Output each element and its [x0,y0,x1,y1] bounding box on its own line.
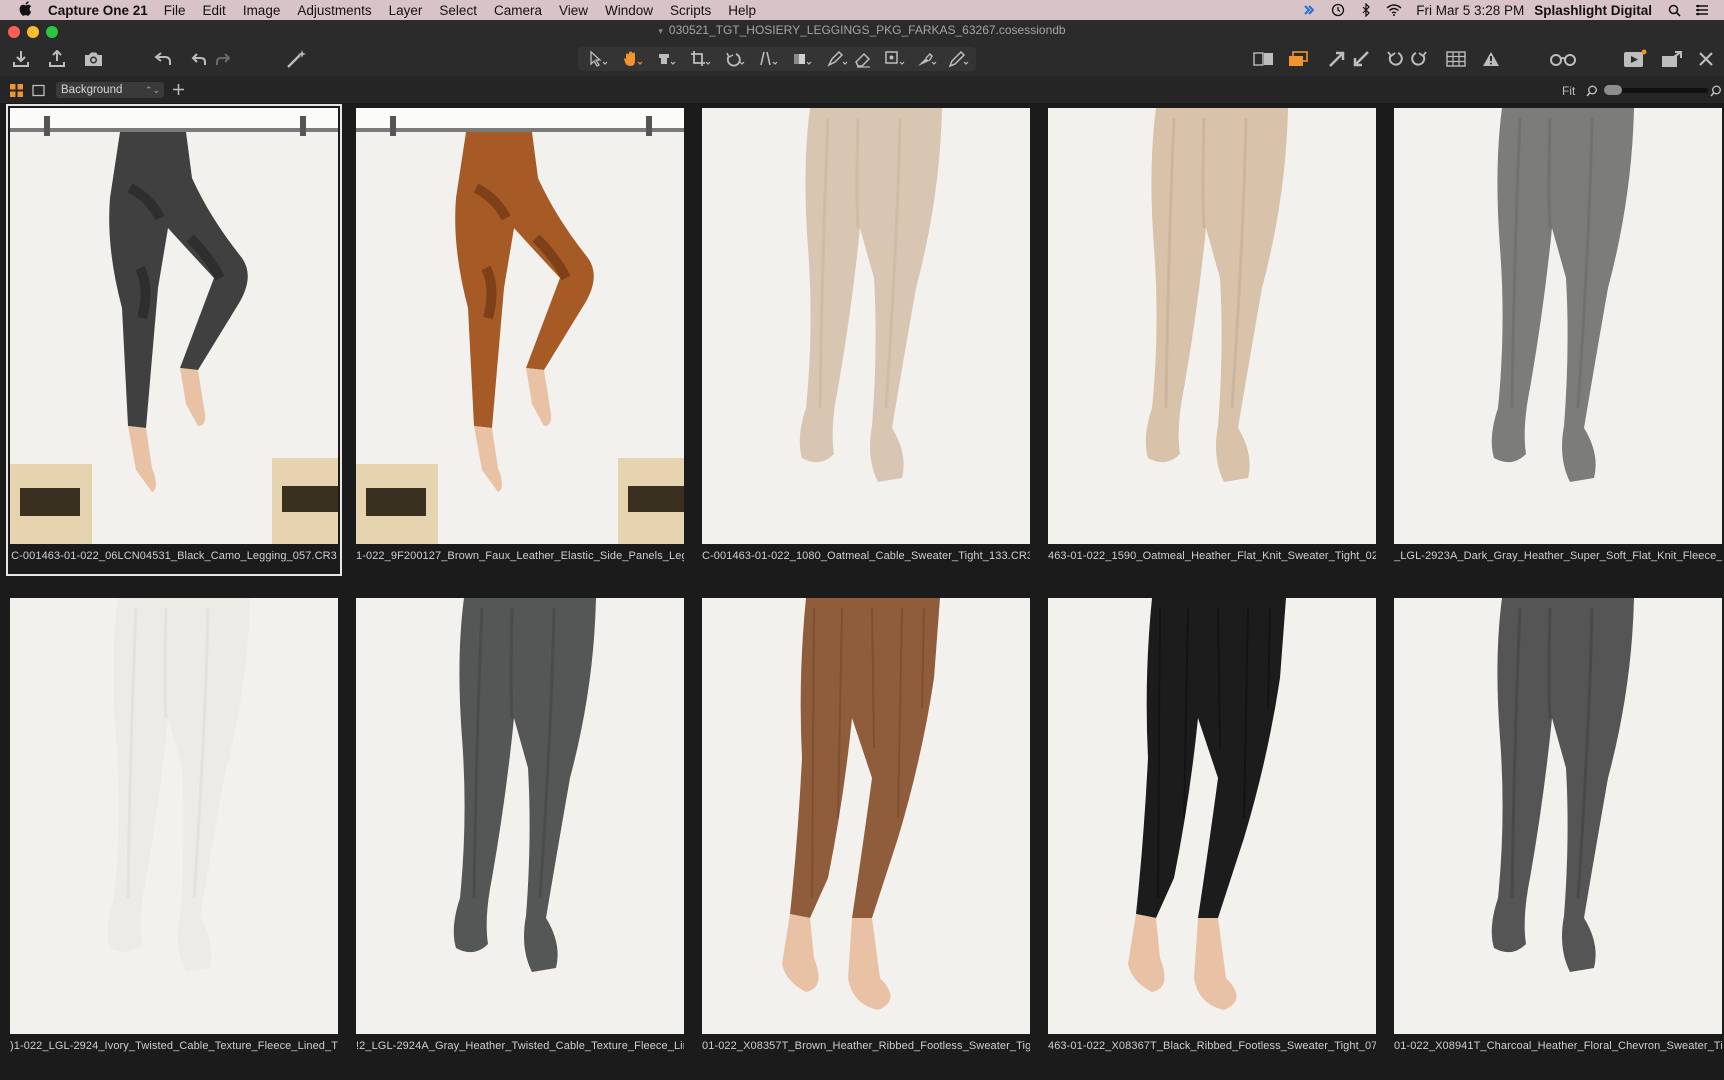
import-icon[interactable] [10,48,32,70]
share-icon[interactable] [1660,48,1684,70]
thumbnail-filename: _LGL-2923A_Dark_Gray_Heather_Super_Soft_… [1394,550,1722,562]
menu-camera[interactable]: Camera [494,3,542,18]
close-viewer-icon[interactable] [1696,48,1716,70]
thumbnail-image[interactable] [10,108,338,544]
menu-view[interactable]: View [559,3,588,18]
wifi-icon[interactable] [1386,2,1402,18]
layer-sub-toolbar: Background ⌃⌄ Fit [0,76,1724,104]
thumbnail-image[interactable] [702,108,1030,544]
keystone-tool-icon[interactable] [756,48,782,70]
thumbnail-filename: C-001463-01-022_06LCN04531_Black_Camo_Le… [11,550,337,562]
eraser-tool-icon[interactable] [852,48,874,70]
thumbnail-image[interactable] [1048,108,1376,544]
chevron-updown-icon: ⌃⌄ [144,85,160,95]
zoom-slider-handle[interactable] [1604,85,1622,95]
add-layer-icon[interactable] [172,83,185,101]
menu-help[interactable]: Help [728,3,756,18]
thumbnail-filename: 1-022_9F200127_Brown_Faux_Leather_Elasti… [356,550,684,562]
annotate-tool-icon[interactable] [882,48,908,70]
brush-tool-icon[interactable] [824,48,850,70]
thumbnail-cell[interactable]: 463-01-022_1590_Oatmeal_Heather_Flat_Kni… [1044,104,1380,576]
redo-icon[interactable] [214,48,232,70]
time-machine-icon[interactable] [1330,2,1346,18]
proof-glasses-icon[interactable] [1548,48,1578,70]
document-title: ▾ 030521_TGT_HOSIERY_LEGGINGS_PKG_FARKAS_… [658,23,1066,37]
thumbnail-filename: 463-01-022_X08367T_Black_Ribbed_Footless… [1048,1040,1376,1052]
thumbnail-filename: 01-022_X08941T_Charcoal_Heather_Floral_C… [1394,1040,1722,1052]
image-browser-grid: C-001463-01-022_06LCN04531_Black_Camo_Le… [0,104,1724,1080]
menu-select[interactable]: Select [439,3,477,18]
thumbnail-filename: !2_LGL-2924A_Gray_Heather_Twisted_Cable_… [356,1040,684,1052]
thumbnail-cell[interactable]: 1-022_9F200127_Brown_Faux_Leather_Elasti… [352,104,688,576]
crop-tool-icon[interactable] [688,48,714,70]
spotlight-search-icon[interactable] [1666,2,1682,18]
picker-tool-icon[interactable] [914,48,940,70]
thumbnail-image[interactable] [10,598,338,1034]
menu-window[interactable]: Window [605,3,653,18]
export-icon[interactable] [46,48,68,70]
exposure-warning-icon[interactable] [1480,48,1502,70]
layer-select-value: Background [61,84,123,96]
thumbnail-filename: 01-022_X08357T_Brown_Heather_Ribbed_Foot… [702,1040,1030,1052]
compare-view-icon[interactable] [1252,48,1276,70]
main-toolbar [0,42,1724,76]
rotate-left-icon[interactable] [1384,48,1406,70]
thumbnail-filename: )1-022_LGL-2924_Ivory_Twisted_Cable_Text… [10,1040,338,1052]
menu-edit[interactable]: Edit [203,3,226,18]
auto-adjust-wand-icon[interactable] [284,48,308,70]
grid-overlay-icon[interactable] [1444,48,1468,70]
menubar-clock[interactable]: Fri Mar 5 3:28 PM [1416,3,1524,18]
rotate-right-icon[interactable] [1408,48,1430,70]
menu-scripts[interactable]: Scripts [670,3,711,18]
apply-adjustments-icon[interactable] [1350,48,1372,70]
thumbnail-cell[interactable]: 463-01-022_X08367T_Black_Ribbed_Footless… [1044,594,1380,1066]
rotate-tool-icon[interactable] [722,48,748,70]
layer-select[interactable]: Background ⌃⌄ [56,82,164,98]
menu-adjustments[interactable]: Adjustments [297,3,371,18]
grid-view-icon[interactable] [10,84,23,102]
thumbnail-image[interactable] [356,108,684,544]
single-view-icon[interactable] [32,84,45,102]
thumbnail-image[interactable] [1394,108,1722,544]
thumbnail-image[interactable] [356,598,684,1034]
spot-removal-tool-icon[interactable] [790,48,816,70]
thumbnail-image[interactable] [702,598,1030,1034]
thumbnail-cell[interactable]: 01-022_X08357T_Brown_Heather_Ribbed_Foot… [698,594,1034,1066]
reset-adjustments-icon[interactable] [152,48,174,70]
thumbnail-filename: 463-01-022_1590_Oatmeal_Heather_Flat_Kni… [1048,550,1376,562]
thumbnail-cell[interactable]: C-001463-01-022_1080_Oatmeal_Cable_Sweat… [698,104,1034,576]
apple-menu-icon[interactable] [16,0,34,20]
thumbnail-cell[interactable]: _LGL-2923A_Dark_Gray_Heather_Super_Soft_… [1390,104,1724,576]
ball-icon[interactable] [1302,2,1318,18]
menubar-user[interactable]: Splashlight Digital [1534,3,1652,18]
select-tool-icon[interactable] [586,48,612,70]
zoom-in-icon[interactable] [1710,84,1722,102]
thumbnail-filename: C-001463-01-022_1080_Oatmeal_Cable_Sweat… [702,550,1030,562]
loupe-tool-icon[interactable] [654,48,680,70]
multi-view-icon[interactable] [1286,48,1310,70]
thumbnail-image[interactable] [1394,598,1722,1034]
undo-icon[interactable] [190,48,208,70]
app-name-menu[interactable]: Capture One 21 [48,3,148,18]
window-title-bar: ▾ 030521_TGT_HOSIERY_LEGGINGS_PKG_FARKAS_… [0,20,1724,42]
menu-image[interactable]: Image [243,3,281,18]
copy-adjustments-icon[interactable] [1326,48,1348,70]
thumbnail-cell[interactable]: !2_LGL-2924A_Gray_Heather_Twisted_Cable_… [352,594,688,1066]
thumbnail-cell[interactable]: C-001463-01-022_06LCN04531_Black_Camo_Le… [6,104,342,576]
pen-tool-icon[interactable] [946,48,972,70]
thumbnail-image[interactable] [1048,598,1376,1034]
camera-icon[interactable] [82,48,104,70]
control-center-icon[interactable] [1694,2,1710,18]
thumbnail-cell[interactable]: 01-022_X08941T_Charcoal_Heather_Floral_C… [1390,594,1724,1066]
document-title-text: 030521_TGT_HOSIERY_LEGGINGS_PKG_FARKAS_6… [668,23,1066,37]
macos-menu-bar: Capture One 21 File Edit Image Adjustmen… [0,0,1724,20]
thumbnail-cell[interactable]: )1-022_LGL-2924_Ivory_Twisted_Cable_Text… [6,594,342,1066]
menu-file[interactable]: File [164,3,186,18]
pan-tool-icon[interactable] [620,48,646,70]
menu-layer[interactable]: Layer [389,3,423,18]
bluetooth-icon[interactable] [1358,2,1374,18]
zoom-fit-label[interactable]: Fit [1562,84,1575,98]
zoom-out-icon[interactable] [1586,84,1598,102]
slideshow-icon[interactable] [1622,48,1648,70]
